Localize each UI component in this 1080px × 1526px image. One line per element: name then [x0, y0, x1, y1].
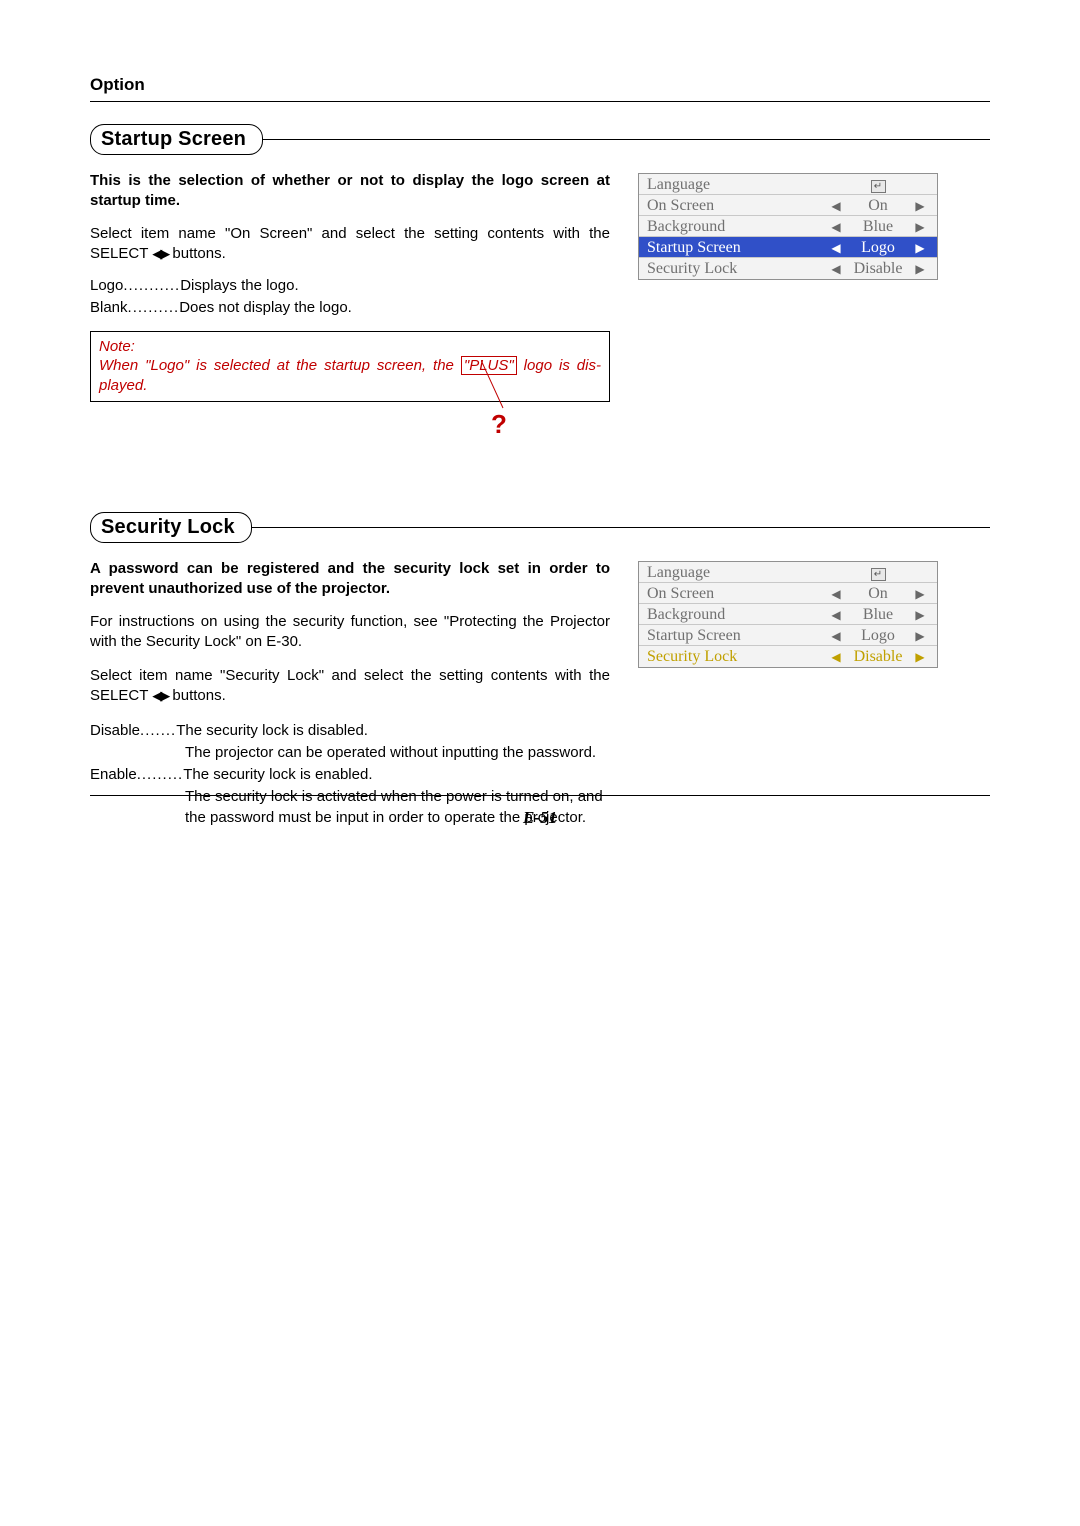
security-right: Language↵On Screen◀On▶Background◀Blue▶St…	[638, 559, 990, 840]
option-disable-desc: The security lock is disabled.	[176, 721, 610, 741]
right-arrow-icon: ▶	[909, 650, 931, 665]
section-rule	[252, 527, 990, 528]
osd-menu-row: Startup Screen◀Logo▶	[639, 237, 937, 258]
option-enable-term: Enable	[90, 765, 137, 785]
left-arrow-icon: ◀	[825, 629, 847, 644]
security-left: A password can be registered and the sec…	[90, 559, 610, 840]
note-text: When "Logo" is selected at the startup s…	[99, 356, 601, 395]
osd-menu-row: Security Lock◀Disable▶	[639, 258, 937, 279]
dots: .......	[140, 721, 176, 741]
option-logo-term: Logo	[90, 276, 123, 296]
note-pre: When "Logo" is selected at the startup s…	[99, 357, 461, 374]
osd-menu-value: On	[847, 585, 909, 603]
startup-right: Language↵On Screen◀On▶Background◀Blue▶St…	[638, 171, 990, 402]
osd-menu-value: Blue	[847, 606, 909, 624]
select-arrows-icon: ◀▶	[152, 245, 168, 263]
security-body1: For instructions on using the security f…	[90, 612, 610, 653]
section-header-startup: Startup Screen	[90, 124, 990, 155]
page-number: E-51	[0, 808, 1080, 828]
left-arrow-icon: ◀	[825, 199, 847, 214]
option-logo: Logo ........... Displays the logo.	[90, 276, 610, 296]
right-arrow-icon: ▶	[909, 220, 931, 235]
right-arrow-icon: ▶	[909, 199, 931, 214]
option-blank-term: Blank	[90, 298, 128, 318]
dots: ...........	[123, 276, 180, 296]
right-arrow-icon: ▶	[909, 629, 931, 644]
osd-menu-label: On Screen	[647, 585, 825, 603]
osd-menu-row: Language ↵	[639, 174, 937, 195]
osd-menu-value: Logo	[847, 627, 909, 645]
osd-menu-label: Language	[647, 564, 825, 582]
osd-menu-label: Background	[647, 218, 825, 236]
osd-menu-label: Security Lock	[647, 260, 825, 278]
option-enable: Enable ......... The security lock is en…	[90, 765, 610, 785]
startup-body-b: buttons.	[168, 245, 226, 262]
left-arrow-icon: ◀	[825, 241, 847, 256]
option-blank: Blank .......... Does not display the lo…	[90, 298, 610, 318]
startup-body: Select item name "On Screen" and select …	[90, 224, 610, 265]
left-arrow-icon: ◀	[825, 650, 847, 665]
security-body2: Select item name "Security Lock" and sel…	[90, 666, 610, 707]
osd-menu-row: On Screen◀On▶	[639, 195, 937, 216]
osd-menu-value: Logo	[847, 239, 909, 257]
osd-menu-value: On	[847, 197, 909, 215]
osd-menu-row: Background◀Blue▶	[639, 604, 937, 625]
right-arrow-icon: ▶	[909, 608, 931, 623]
enter-icon: ↵	[871, 568, 886, 581]
enter-icon: ↵	[871, 180, 886, 193]
page-header-title: Option	[90, 75, 990, 95]
startup-two-col: This is the selection of whether or not …	[90, 171, 990, 402]
right-arrow-icon: ▶	[909, 262, 931, 277]
option-logo-desc: Displays the logo.	[180, 276, 610, 296]
section-rule	[263, 139, 990, 140]
option-disable-more: The projector can be operated without in…	[90, 743, 610, 763]
dots: .........	[137, 765, 184, 785]
osd-menu-label: Security Lock	[647, 648, 825, 666]
footer-rule	[90, 795, 990, 796]
option-disable-term: Disable	[90, 721, 140, 741]
osd-menu-row: Background◀Blue▶	[639, 216, 937, 237]
right-arrow-icon: ▶	[909, 241, 931, 256]
osd-menu-value: ↵	[847, 176, 909, 194]
osd-menu-security: Language↵On Screen◀On▶Background◀Blue▶St…	[638, 561, 938, 668]
osd-menu-label: Startup Screen	[647, 627, 825, 645]
dots: ..........	[128, 298, 180, 318]
option-enable-desc: The security lock is enabled.	[183, 765, 610, 785]
osd-menu-label: Language	[647, 176, 825, 194]
osd-menu-row: Language ↵	[639, 562, 937, 583]
left-arrow-icon: ◀	[825, 587, 847, 602]
osd-menu-label: Startup Screen	[647, 239, 825, 257]
startup-intro: This is the selection of whether or not …	[90, 171, 610, 212]
startup-options: Logo ........... Displays the logo. Blan…	[90, 276, 610, 319]
option-disable: Disable ....... The security lock is dis…	[90, 721, 610, 741]
note-plus-box: "PLUS"	[461, 356, 517, 375]
security-intro: A password can be registered and the sec…	[90, 559, 610, 600]
osd-menu-label: Background	[647, 606, 825, 624]
select-arrows-icon: ◀▶	[152, 687, 168, 705]
note-title: Note:	[99, 337, 601, 357]
osd-menu-value: Blue	[847, 218, 909, 236]
left-arrow-icon: ◀	[825, 262, 847, 277]
option-blank-desc: Does not display the logo.	[179, 298, 610, 318]
section-header-security: Security Lock	[90, 512, 990, 543]
osd-menu-value: Disable	[847, 260, 909, 278]
right-arrow-icon: ▶	[909, 587, 931, 602]
startup-left: This is the selection of whether or not …	[90, 171, 610, 402]
header-rule	[90, 101, 990, 102]
osd-menu-label: On Screen	[647, 197, 825, 215]
osd-menu-row: Security Lock◀Disable▶	[639, 646, 937, 667]
osd-menu-row: Startup Screen◀Logo▶	[639, 625, 937, 646]
osd-menu-startup: Language↵On Screen◀On▶Background◀Blue▶St…	[638, 173, 938, 280]
osd-menu-value: ↵	[847, 564, 909, 582]
left-arrow-icon: ◀	[825, 220, 847, 235]
section-title-security: Security Lock	[90, 512, 252, 543]
security-body2-b: buttons.	[168, 687, 226, 704]
osd-menu-row: On Screen◀On▶	[639, 583, 937, 604]
left-arrow-icon: ◀	[825, 608, 847, 623]
osd-menu-value: Disable	[847, 648, 909, 666]
note-box: Note: When "Logo" is selected at the sta…	[90, 331, 610, 403]
security-two-col: A password can be registered and the sec…	[90, 559, 990, 840]
section-title-startup: Startup Screen	[90, 124, 263, 155]
